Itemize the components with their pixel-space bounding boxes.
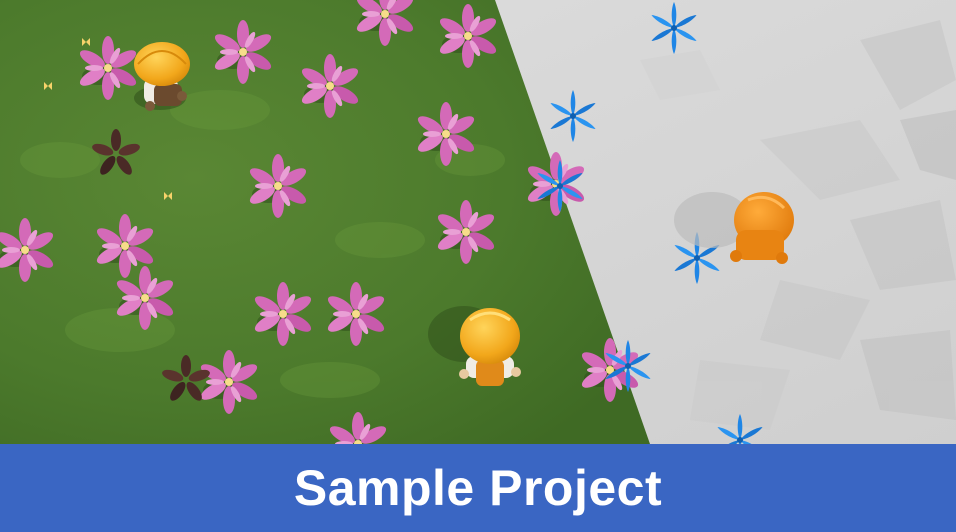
title-banner: Sample Project: [0, 444, 956, 532]
banner-title: Sample Project: [293, 460, 663, 516]
screenshot-frame: Sample Project: [0, 0, 956, 532]
worker-character: [134, 42, 190, 111]
game-scene: [0, 0, 956, 444]
